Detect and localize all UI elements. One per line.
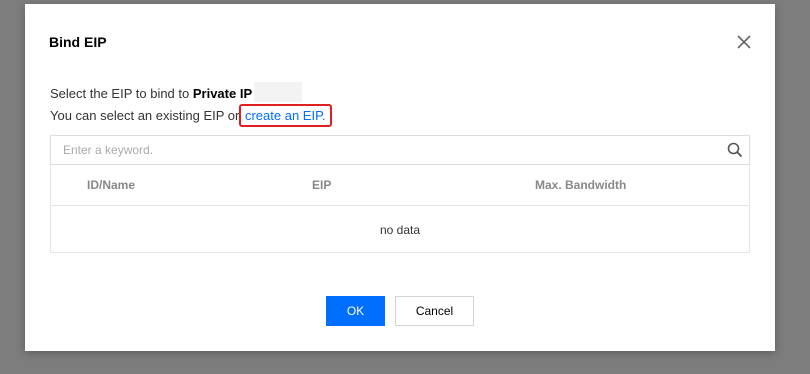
eip-table: ID/Name EIP Max. Bandwidth no data <box>50 164 750 253</box>
create-hint-text: You can select an existing EIP or <box>50 108 243 123</box>
empty-state: no data <box>379 223 421 237</box>
redacted-ip <box>254 82 303 102</box>
private-ip-label: Private IP <box>192 86 253 101</box>
bind-description: Select the EIP to bind to Private IP <box>50 82 303 102</box>
create-eip-link[interactable]: create an EIP. <box>245 108 326 123</box>
bind-eip-dialog: Bind EIP Select the EIP to bind to Priva… <box>25 4 775 351</box>
table-header: ID/Name EIP Max. Bandwidth <box>51 164 749 206</box>
ok-button[interactable]: OK <box>326 296 385 326</box>
close-icon[interactable] <box>733 31 755 53</box>
highlight-box: create an EIP. <box>238 104 332 127</box>
column-header-eip: EIP <box>312 178 332 192</box>
search-box <box>50 135 750 165</box>
create-hint: You can select an existing EIP or create… <box>50 104 332 127</box>
search-icon[interactable] <box>727 142 743 158</box>
cancel-button[interactable]: Cancel <box>395 296 474 326</box>
bind-description-text: Select the EIP to bind to <box>50 86 193 101</box>
column-header-max-bandwidth: Max. Bandwidth <box>535 178 627 192</box>
search-input[interactable] <box>61 142 705 158</box>
dialog-title: Bind EIP <box>49 34 107 50</box>
column-header-id-name: ID/Name <box>87 178 136 192</box>
